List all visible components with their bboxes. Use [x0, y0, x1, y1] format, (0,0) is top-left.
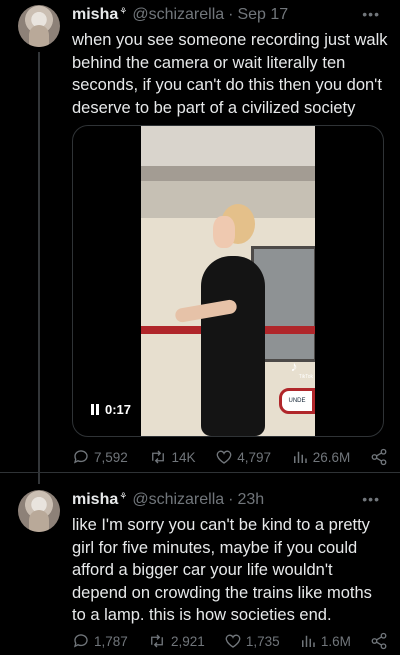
tweet-actions: 7,592 14K 4,797 26.6M: [72, 448, 388, 466]
author-handle[interactable]: @schizarella: [132, 6, 224, 24]
views-icon: [293, 451, 307, 463]
like-count: 1,735: [245, 633, 280, 649]
views-icon: [301, 635, 315, 647]
tiktok-watermark: TikTok: [298, 374, 313, 380]
thread-connector-line: [38, 52, 40, 484]
retweet-icon: [151, 450, 164, 464]
tweet-text: like I'm sorry you can't be kind to a pr…: [72, 516, 372, 624]
video-frame[interactable]: ♪ TikTok UNDE: [141, 126, 315, 436]
tweet-divider: [0, 472, 400, 473]
tweet-header: misha ⚘ @schizarella · 23h: [72, 491, 264, 509]
pause-icon[interactable]: [91, 403, 99, 415]
author-badge: ⚘: [119, 5, 128, 16]
tweet-text: when you see someone recording just walk…: [72, 31, 388, 117]
separator-dot: ·: [228, 491, 234, 508]
person-figure: [201, 256, 265, 436]
author-name[interactable]: misha: [72, 6, 118, 24]
retweet-button[interactable]: 2,921: [147, 632, 205, 650]
view-count: 1.6M: [320, 633, 351, 649]
person-face: [213, 216, 235, 248]
share-button[interactable]: [370, 632, 388, 650]
tweet-actions: 1,787 2,921 1,735 1.6M: [72, 632, 388, 650]
separator-dot: ·: [228, 6, 234, 23]
views-button[interactable]: 26.6M: [291, 448, 351, 466]
share-icon: [371, 632, 387, 650]
tweet-timestamp[interactable]: 23h: [237, 491, 264, 509]
avatar[interactable]: [18, 490, 60, 532]
retweet-icon: [151, 634, 163, 648]
heart-icon: [225, 634, 241, 648]
author-handle[interactable]: @schizarella: [132, 491, 224, 509]
retweet-count: 14K: [171, 449, 196, 465]
reply-button[interactable]: 7,592: [72, 448, 128, 466]
reply-icon: [73, 450, 88, 464]
tweet-header: misha ⚘ @schizarella · Sep 17: [72, 6, 288, 24]
view-count: 26.6M: [312, 449, 351, 465]
reply-button[interactable]: 1,787: [72, 632, 128, 650]
share-icon: [371, 448, 387, 466]
video-duration: 0:17: [105, 401, 132, 417]
retweet-button[interactable]: 14K: [148, 448, 196, 466]
views-button[interactable]: 1.6M: [299, 632, 351, 650]
retweet-count: 2,921: [170, 633, 205, 649]
video-duration-badge[interactable]: 0:17: [85, 398, 138, 420]
tiktok-logo-icon: ♪: [290, 358, 298, 374]
like-count: 4,797: [237, 449, 272, 465]
share-button[interactable]: [370, 448, 388, 466]
author-name[interactable]: misha: [72, 491, 118, 509]
like-button[interactable]: 4,797: [215, 448, 271, 466]
like-button[interactable]: 1,735: [224, 632, 280, 650]
heart-icon: [216, 450, 232, 464]
more-icon[interactable]: •••: [362, 491, 380, 507]
more-icon[interactable]: •••: [362, 6, 380, 22]
author-badge: ⚘: [119, 490, 128, 501]
reply-icon: [73, 634, 88, 648]
video-player[interactable]: ♪ TikTok UNDE 0:17: [72, 125, 384, 437]
reply-count: 1,787: [94, 633, 128, 649]
reply-count: 7,592: [94, 449, 128, 465]
underground-sign: UNDE: [279, 388, 315, 414]
avatar[interactable]: [18, 5, 60, 47]
tweet-timestamp[interactable]: Sep 17: [237, 6, 288, 24]
